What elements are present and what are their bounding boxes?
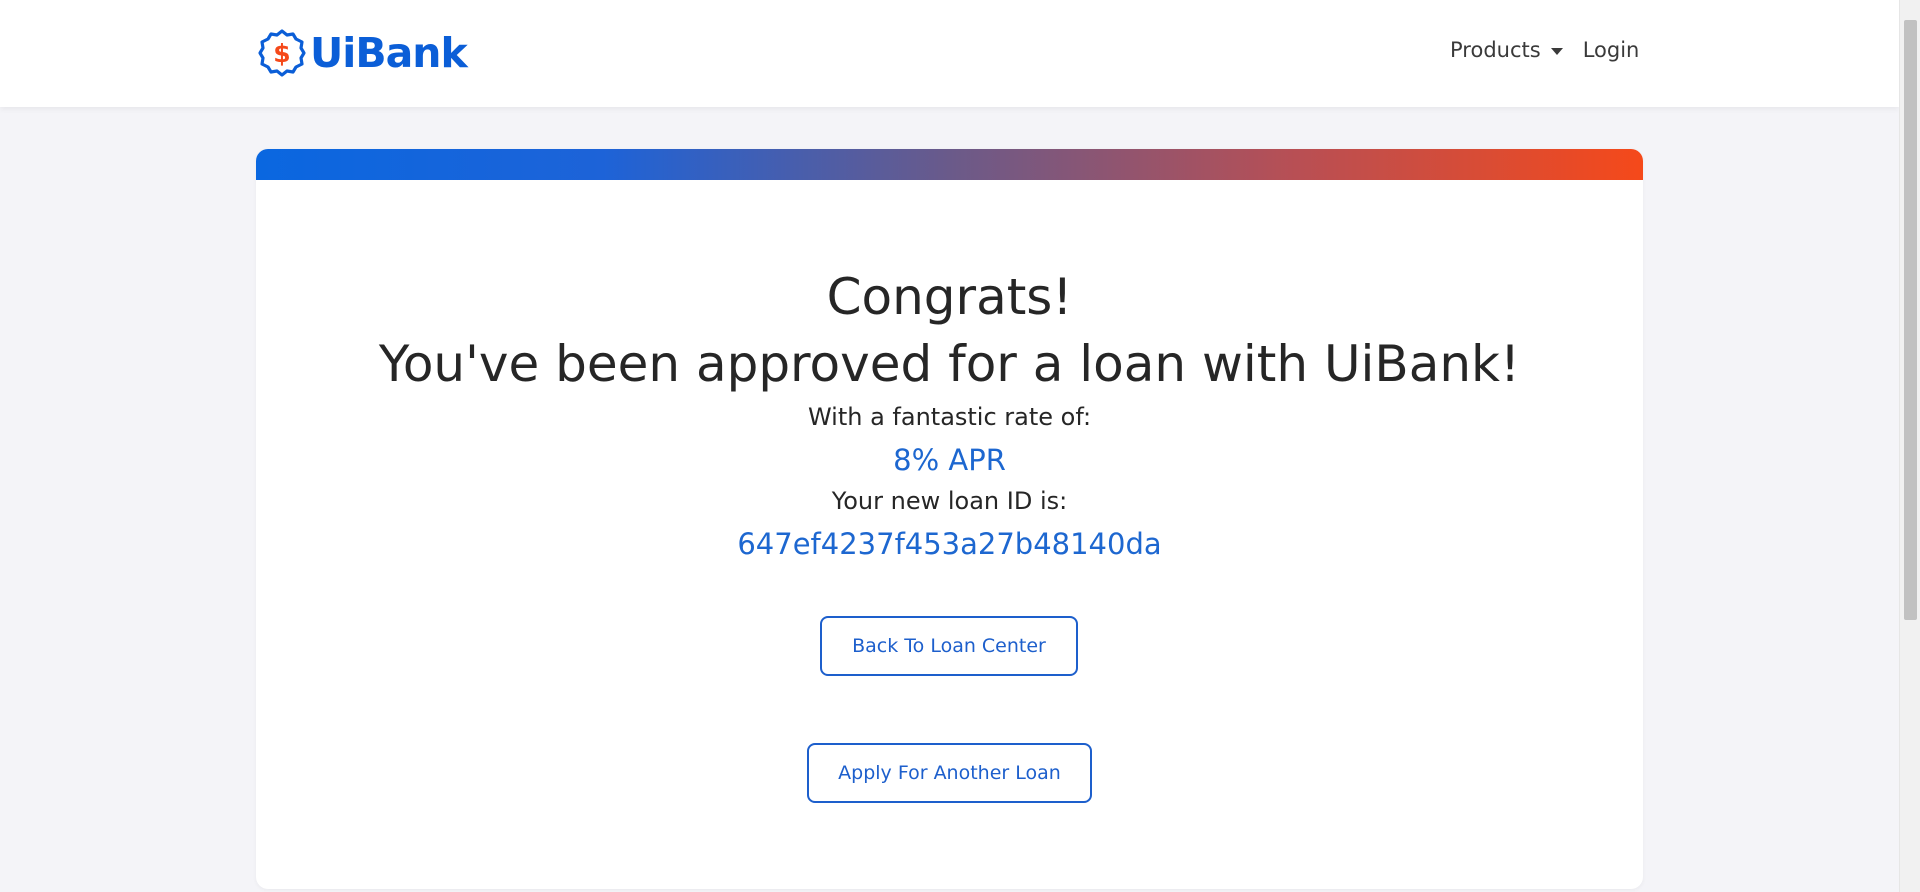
products-label: Products (1450, 38, 1541, 62)
login-link[interactable]: Login (1583, 38, 1640, 62)
logo-symbol: $ (273, 39, 290, 68)
loan-id-value: 647ef4237f453a27b48140da (737, 527, 1162, 561)
brand-name: UiBank (310, 29, 468, 77)
page-scrollbar[interactable] (1899, 0, 1920, 892)
nav-links: Products Login (1450, 38, 1639, 62)
card-gradient-bar (256, 149, 1643, 180)
loan-approval-card: Congrats! You've been approved for a loa… (256, 149, 1643, 889)
rate-value: 8% APR (893, 443, 1006, 477)
top-navbar: $ UiBank Products Login (0, 0, 1899, 107)
products-dropdown[interactable]: Products (1450, 38, 1563, 62)
caret-down-icon (1550, 47, 1563, 55)
congrats-heading: Congrats! (826, 268, 1073, 326)
back-to-loan-center-button[interactable]: Back To Loan Center (820, 616, 1078, 676)
brand-logo-link[interactable]: $ UiBank (257, 26, 468, 80)
dollar-badge-icon: $ (258, 29, 306, 77)
apply-another-loan-button[interactable]: Apply For Another Loan (807, 743, 1092, 803)
loan-id-label: Your new loan ID is: (831, 487, 1068, 515)
scrollbar-thumb[interactable] (1904, 20, 1917, 620)
rate-label: With a fantastic rate of: (807, 403, 1092, 431)
approval-heading: You've been approved for a loan with UiB… (378, 335, 1521, 393)
